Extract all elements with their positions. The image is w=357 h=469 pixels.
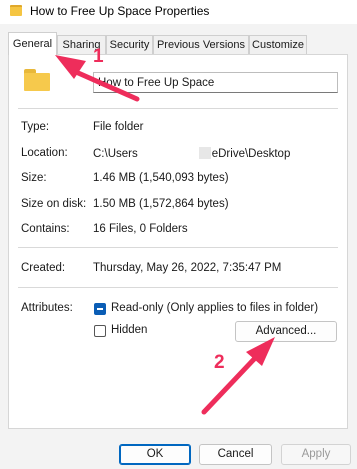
size-label: Size: [21,172,47,184]
attributes-label: Attributes: [21,302,73,314]
annotation-number-2: 2 [214,352,225,373]
type-label: Type: [21,121,50,133]
folder-icon [24,69,50,91]
cancel-button[interactable]: Cancel [199,444,272,465]
tab-security[interactable]: Security [106,35,153,54]
location-suffix: eDrive\Desktop [211,148,291,160]
divider [18,287,338,288]
type-value: File folder [93,121,144,133]
divider [18,108,338,109]
readonly-checkbox[interactable] [94,303,106,315]
created-label: Created: [21,262,66,274]
general-panel [8,54,348,429]
ok-button[interactable]: OK [119,444,191,465]
hidden-label[interactable]: Hidden [111,324,147,336]
created-value: Thursday, May 26, 2022, 7:35:47 PM [93,262,282,274]
window-title: How to Free Up Space Properties [30,4,210,18]
contains-label: Contains: [21,223,70,235]
folder-icon [10,5,22,16]
location-prefix: C:\Users [93,148,138,160]
hidden-checkbox[interactable] [94,325,106,337]
size-value: 1.46 MB (1,540,093 bytes) [93,172,229,184]
readonly-label[interactable]: Read-only (Only applies to files in fold… [111,302,318,314]
tab-previous-versions[interactable]: Previous Versions [153,35,249,54]
title-bar: How to Free Up Space Properties [0,0,357,24]
folder-name-input[interactable] [93,72,338,93]
divider [18,247,338,248]
contains-value: 16 Files, 0 Folders [93,223,188,235]
advanced-button[interactable]: Advanced... [235,321,337,342]
location-value: C:\Users eDrive\Desktop [93,147,290,160]
apply-button: Apply [281,444,351,465]
tab-customize[interactable]: Customize [249,35,307,54]
tab-general[interactable]: General [8,32,57,55]
location-label: Location: [21,147,68,159]
redacted-block [198,147,211,159]
annotation-number-1: 1 [93,46,104,67]
size-on-disk-label: Size on disk: [21,198,87,210]
size-on-disk-value: 1.50 MB (1,572,864 bytes) [93,198,229,210]
